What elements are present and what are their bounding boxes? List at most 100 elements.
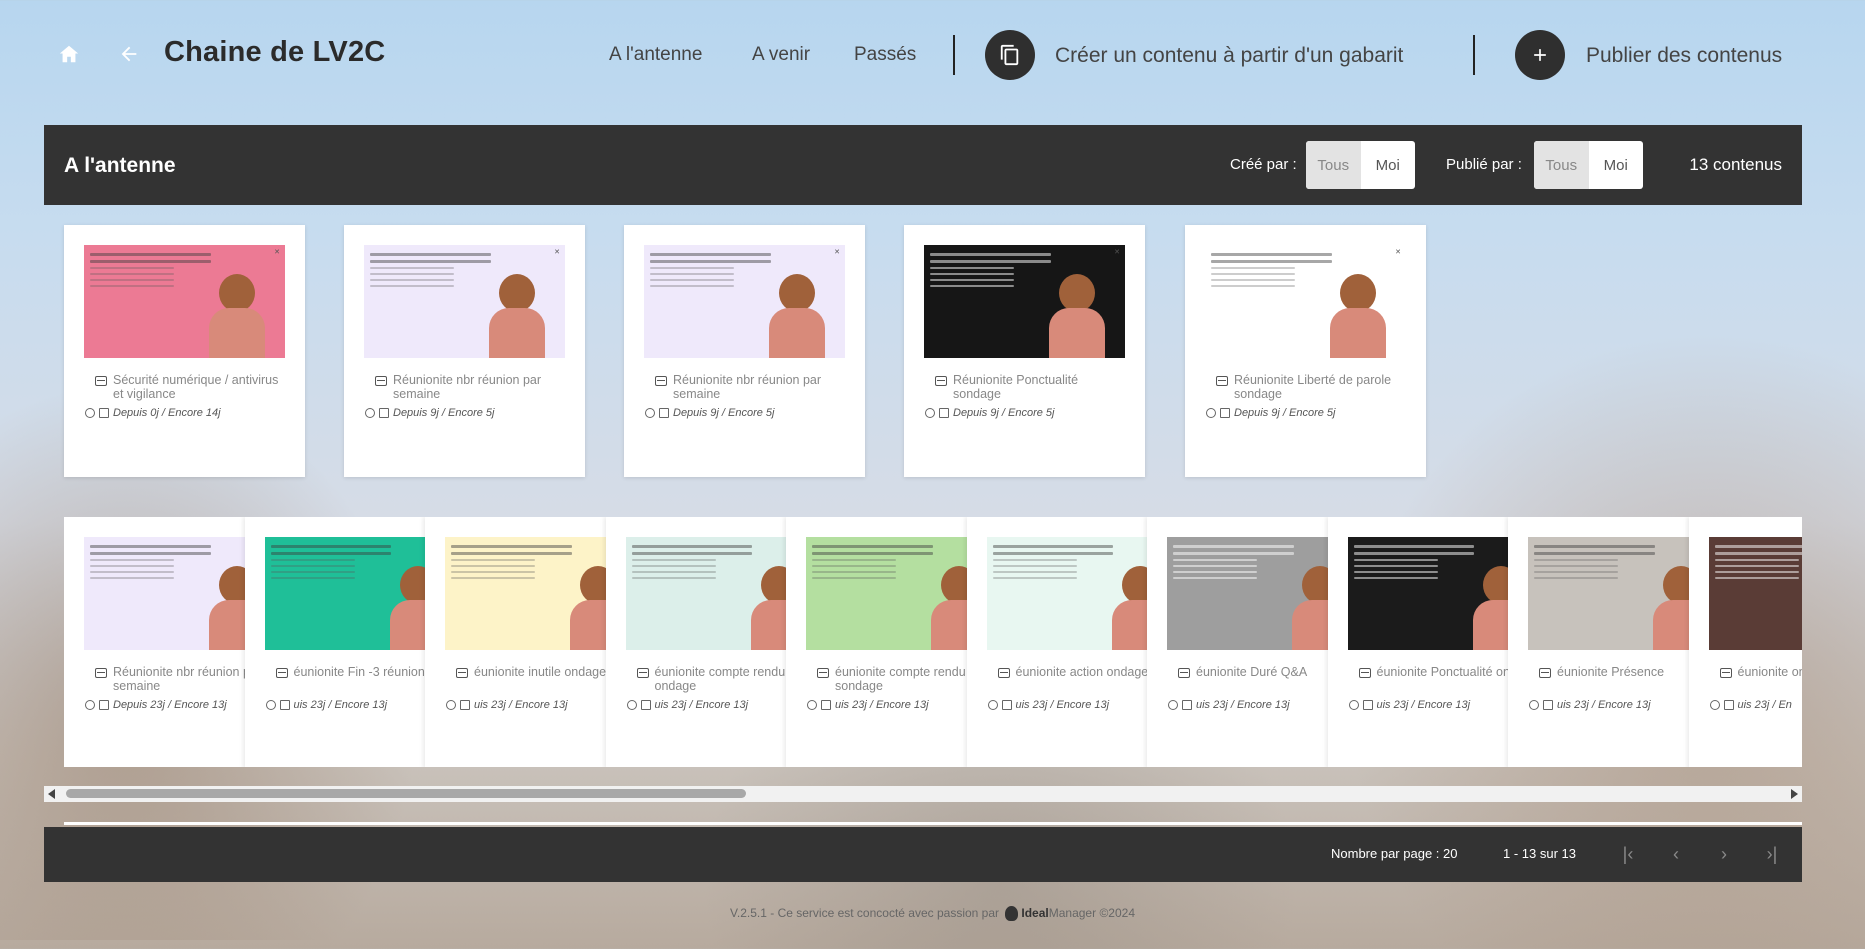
content-count: 13 contenus [1689, 155, 1782, 174]
created-by-me-option[interactable]: Moi [1361, 141, 1416, 189]
content-type-icon [817, 668, 829, 678]
nav-on-air[interactable]: A l'antenne [609, 44, 702, 66]
content-type-icon [95, 668, 107, 678]
illustration-character [757, 268, 837, 358]
schedule-text: uis 23j / Encore 13j [835, 699, 929, 711]
top-header: Chaine de LV2C A l'antenne A venir Passé… [0, 0, 1865, 110]
arrow-left-icon[interactable] [117, 43, 141, 65]
plus-icon [1534, 49, 1546, 61]
thumbnail-text-lines [370, 253, 491, 291]
scroll-thumb[interactable] [66, 789, 746, 798]
schedule-text: Depuis 0j / Encore 14j [113, 407, 221, 419]
divider [64, 822, 1802, 825]
footer-brand-bold: Ideal [1021, 906, 1049, 920]
items-per-page[interactable]: Nombre par page : 20 [1331, 846, 1457, 861]
schedule-text: Depuis 9j / Encore 5j [1234, 407, 1336, 419]
last-page-icon[interactable]: ›| [1759, 841, 1785, 867]
thumbnail-close-icon: ✕ [554, 249, 560, 256]
separator [1473, 35, 1475, 75]
thumbnail-text-lines [1534, 545, 1655, 583]
recurring-icon [626, 700, 637, 710]
nav-past[interactable]: Passés [854, 44, 916, 66]
content-type-icon [636, 668, 649, 678]
calendar-icon [1723, 700, 1734, 710]
footer-prefix: V.2.5.1 - Ce service est concocté avec p… [729, 906, 1000, 920]
content-title: Réunionite nbr réunion par semaine [673, 373, 822, 401]
content-card[interactable]: ✕ Réunionite nbr réunion par semaine Depui… [344, 225, 585, 477]
published-by-all-option[interactable]: Tous [1534, 141, 1589, 189]
thumbnail-text-lines [631, 545, 753, 583]
content-type-icon [1539, 668, 1551, 678]
content-card[interactable]: ✕ Sécurité numérique / antivirus et vigil… [64, 225, 305, 477]
illustration-character [197, 268, 277, 358]
calendar-icon [939, 408, 949, 418]
thumbnail-close-icon: ✕ [1395, 249, 1401, 256]
schedule-text: uis 23j / Encore 13j [654, 699, 749, 711]
content-type-icon [95, 376, 107, 386]
pagination-range: 1 - 13 sur 13 [1503, 846, 1576, 861]
created-by-all-option[interactable]: Tous [1306, 141, 1361, 189]
character-body [1330, 308, 1386, 358]
character-head [499, 274, 535, 312]
recurring-icon [85, 700, 95, 710]
character-body [769, 308, 825, 358]
published-by-toggle: Tous Moi [1534, 141, 1643, 189]
page-title: Chaine de LV2C [164, 36, 386, 68]
first-page-icon[interactable]: |‹ [1615, 841, 1641, 867]
separator [953, 35, 955, 75]
content-schedule: Depuis 23j / Encore 13j [85, 699, 227, 711]
thumbnail-text-lines [1353, 545, 1475, 583]
thumbnail-text-lines [90, 253, 211, 291]
create-from-template-button[interactable] [985, 30, 1035, 80]
horizontal-scrollbar[interactable] [44, 786, 1802, 802]
home-icon[interactable] [58, 43, 80, 65]
publish-label[interactable]: Publier des contenus [1586, 44, 1782, 68]
scroll-right-arrow-icon[interactable] [1791, 789, 1798, 799]
thumbnail-close-icon: ✕ [274, 249, 280, 256]
next-page-icon[interactable]: › [1711, 841, 1737, 867]
scroll-left-arrow-icon[interactable] [48, 789, 55, 799]
content-type-icon [655, 376, 667, 386]
nav-upcoming[interactable]: A venir [752, 44, 810, 66]
content-card[interactable]: ✕ Réunionite nbr réunion par semaine Depui… [624, 225, 865, 477]
content-thumbnail: ✕ [1708, 537, 1802, 650]
calendar-icon [1001, 700, 1012, 710]
copy-icon [1000, 44, 1019, 66]
content-card[interactable]: ✕ éunionite ondage uis 23j / En [1688, 517, 1802, 767]
schedule-text: Depuis 9j / Encore 5j [953, 407, 1055, 419]
published-by-me-option[interactable]: Moi [1589, 141, 1644, 189]
content-card[interactable]: ✕ Réunionite Liberté de parole sondage Dep… [1185, 225, 1426, 477]
thumbnail-text-lines [1714, 545, 1802, 583]
content-type-icon [935, 376, 947, 386]
character-head [1059, 274, 1095, 312]
schedule-text: Depuis 9j / Encore 5j [673, 407, 775, 419]
illustration-character [477, 268, 557, 358]
calendar-icon [1543, 700, 1553, 710]
content-type-icon [456, 668, 468, 678]
content-type-icon [1719, 668, 1732, 678]
previous-page-icon[interactable]: ‹ [1663, 841, 1689, 867]
content-thumbnail: ✕ [364, 245, 565, 358]
recurring-icon [1348, 700, 1359, 710]
content-schedule: Depuis 0j / Encore 14j [85, 407, 221, 419]
character-body [209, 308, 265, 358]
create-from-template-label[interactable]: Créer un contenu à partir d'un gabarit [1055, 44, 1403, 68]
thumbnail-close-icon: ✕ [834, 249, 840, 256]
idealmanager-logo-icon [1005, 906, 1019, 922]
thumbnail-text-lines [270, 545, 392, 583]
thumbnail-text-lines [90, 545, 211, 583]
content-type-icon [1358, 668, 1371, 678]
recurring-icon [1168, 700, 1178, 710]
publish-button[interactable] [1515, 30, 1565, 80]
content-schedule: uis 23j / En [1709, 699, 1792, 711]
recurring-icon [1709, 700, 1720, 710]
schedule-text: Depuis 23j / Encore 13j [113, 699, 227, 711]
recurring-icon [85, 408, 95, 418]
section-title: A l'antenne [64, 154, 176, 177]
character-body [489, 308, 545, 358]
content-thumbnail: ✕ [1205, 245, 1406, 358]
recurring-icon [807, 700, 817, 710]
content-card[interactable]: ✕ Réunionite Ponctualité sondage Depuis 9j… [904, 225, 1145, 477]
footer-brand-rest[interactable]: Manager [1049, 906, 1096, 920]
content-title: Réunionite Ponctualité sondage [953, 373, 1079, 401]
